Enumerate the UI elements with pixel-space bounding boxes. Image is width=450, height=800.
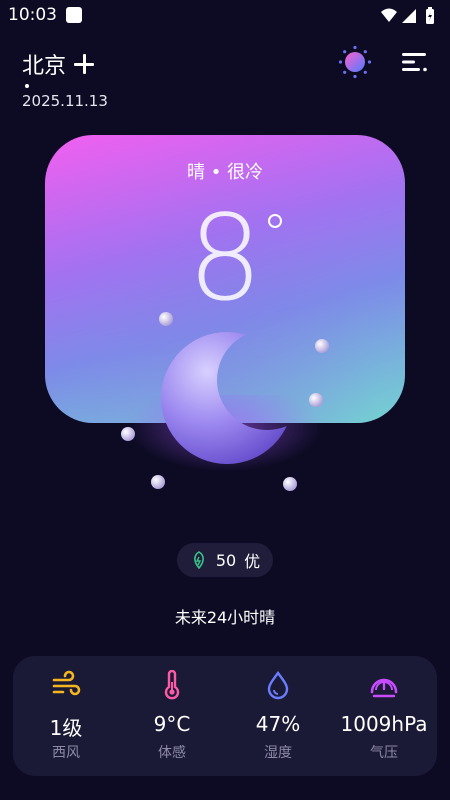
gauge-icon bbox=[370, 678, 398, 698]
status-time: 10:03 bbox=[8, 5, 57, 25]
stat-value: 47% bbox=[255, 712, 301, 736]
notification-icon bbox=[66, 7, 82, 23]
battery-icon bbox=[426, 7, 434, 24]
stat-label: 西风 bbox=[52, 745, 80, 761]
date-label: 2025.11.13 bbox=[22, 92, 108, 110]
status-bar: 10:03 bbox=[0, 0, 450, 32]
decorative-bubbles bbox=[121, 312, 329, 491]
city-name: 北京 bbox=[22, 54, 67, 79]
weather-stats-panel: 1级 西风 9°C 体感 47% 湿度 1009hPa 气压 bbox=[13, 656, 437, 776]
stat-value: 1级 bbox=[49, 716, 83, 740]
aqi-value: 50 bbox=[215, 550, 237, 570]
leaf-icon bbox=[193, 551, 204, 569]
thermometer-icon bbox=[164, 670, 180, 700]
stat-label: 体感 bbox=[158, 745, 186, 761]
city-selector[interactable]: 北京 bbox=[22, 48, 95, 80]
theme-sun-icon[interactable] bbox=[338, 45, 372, 79]
weather-condition: 晴 • 很冷 bbox=[186, 162, 264, 183]
stat-value: 9°C bbox=[153, 712, 191, 736]
stat-wind: 1级 西风 bbox=[13, 656, 119, 776]
forecast-text: 未来24小时晴 bbox=[174, 608, 276, 627]
degree-symbol bbox=[268, 214, 282, 228]
stat-humidity: 47% 湿度 bbox=[225, 656, 331, 776]
menu-icon[interactable] bbox=[400, 50, 428, 74]
aqi-level: 优 bbox=[244, 552, 261, 571]
wind-icon bbox=[52, 670, 81, 696]
stat-feels-like: 9°C 体感 bbox=[119, 656, 225, 776]
stat-label: 气压 bbox=[370, 745, 398, 761]
stat-pressure: 1009hPa 气压 bbox=[331, 656, 437, 776]
air-quality-badge[interactable]: 50 优 bbox=[177, 543, 273, 577]
wifi-icon bbox=[381, 8, 397, 22]
status-icons bbox=[381, 7, 434, 24]
stat-value: 1009hPa bbox=[340, 712, 428, 736]
add-city-icon[interactable] bbox=[74, 54, 95, 74]
signal-icon bbox=[402, 9, 416, 23]
stat-label: 湿度 bbox=[264, 745, 292, 761]
page-indicator-dot bbox=[25, 84, 29, 88]
water-drop-icon bbox=[267, 670, 289, 700]
